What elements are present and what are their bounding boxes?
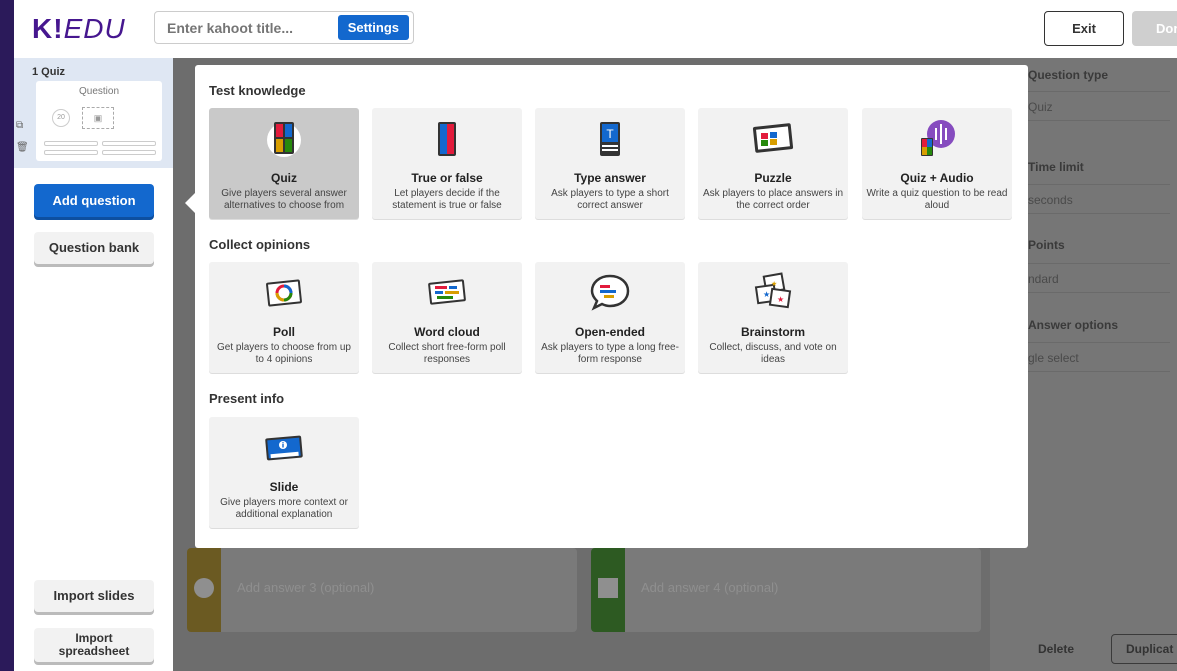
slide-preview-card: Question 20 ▣ — [36, 81, 162, 161]
card-title: Brainstorm — [740, 325, 805, 339]
answer-4-field[interactable]: Add answer 4 (optional) — [591, 548, 981, 632]
answer-bar — [44, 150, 98, 155]
quiz-icon — [267, 122, 301, 157]
answer-bar — [102, 150, 156, 155]
circle-icon — [194, 578, 214, 598]
image-placeholder-icon: ▣ — [82, 107, 114, 129]
card-description: Get players to choose from up to 4 opini… — [217, 342, 351, 365]
word-cloud-type-card[interactable]: Word cloud Collect short free-form poll … — [372, 262, 522, 373]
card-title: Quiz — [271, 171, 297, 185]
duplicate-icon[interactable]: ⧉ — [16, 120, 23, 131]
popover-arrow — [185, 193, 195, 213]
answer-4-color-stripe — [591, 548, 625, 632]
question-type-label: Question type — [1028, 68, 1109, 82]
card-description: Collect, discuss, and vote on ideas — [709, 342, 837, 365]
card-title: Type answer — [574, 171, 646, 185]
poll-type-card[interactable]: Poll Get players to choose from up to 4 … — [209, 262, 359, 373]
slide-number: 1 Quiz — [32, 66, 66, 78]
slide-thumbnail-1[interactable]: 1 Quiz ⧉ 🗑 Question 20 ▣ — [14, 58, 173, 168]
done-button[interactable]: Dor — [1132, 11, 1177, 46]
answer-bar — [102, 141, 156, 146]
logo-edu: EDU — [63, 13, 126, 44]
kahoot-edu-logo[interactable]: K!EDU — [32, 13, 126, 45]
add-question-button[interactable]: Add question — [34, 184, 154, 217]
type-answer-type-card[interactable]: T Type answer Ask players to type a shor… — [535, 108, 685, 219]
exit-button[interactable]: Exit — [1044, 11, 1124, 46]
card-title: Puzzle — [754, 171, 792, 185]
card-title: Open-ended — [574, 325, 645, 339]
open-ended-icon — [590, 274, 630, 311]
svg-text:★: ★ — [771, 280, 777, 288]
quiz-audio-icon — [921, 120, 955, 156]
card-title: Poll — [272, 325, 295, 339]
section-test-knowledge: Test knowledge — [209, 83, 306, 98]
answer-4-placeholder: Add answer 4 (optional) — [641, 580, 779, 595]
answer-3-field[interactable]: Add answer 3 (optional) — [187, 548, 577, 632]
slide-type-card[interactable]: Slide Give players more context or addit… — [209, 417, 359, 528]
card-description: Give players more context or additional … — [220, 497, 348, 520]
import-spreadsheet-button[interactable]: Import spreadsheet — [34, 628, 154, 662]
trash-icon[interactable]: 🗑 — [16, 142, 29, 153]
card-description: Ask players to type a short correct answ… — [551, 188, 669, 211]
slide-icon — [265, 435, 303, 461]
logo-excl: ! — [53, 13, 64, 44]
card-description: Write a quiz question to be read aloud — [866, 188, 1008, 211]
card-description: Let players decide if the statement is t… — [392, 188, 502, 211]
answer-bar — [44, 141, 98, 146]
brainstorm-type-card[interactable]: ★ ★ ★ Brainstorm Collect, discuss, and v… — [698, 262, 848, 373]
settings-button[interactable]: Settings — [337, 15, 409, 40]
true-false-type-card[interactable]: True or false Let players decide if the … — [372, 108, 522, 219]
true-false-icon — [438, 122, 456, 156]
puzzle-type-card[interactable]: Puzzle Ask players to place answers in t… — [698, 108, 848, 219]
card-title: True or false — [411, 171, 483, 185]
delete-button[interactable]: Delete — [1038, 642, 1074, 656]
timer-icon: 20 — [52, 109, 70, 127]
brainstorm-icon: ★ ★ ★ — [754, 272, 792, 309]
svg-text:★: ★ — [763, 290, 770, 299]
slide-preview-title: Question — [78, 86, 120, 97]
import-slides-button[interactable]: Import slides — [34, 580, 154, 612]
answer-options-select[interactable]: gle select — [1020, 342, 1170, 372]
type-answer-icon: T — [600, 122, 620, 156]
top-bar: K!EDU Settings Exit Dor — [14, 0, 1177, 58]
question-bank-button[interactable]: Question bank — [34, 232, 154, 264]
square-icon — [598, 578, 618, 598]
slide-sidebar: 1 Quiz ⧉ 🗑 Question 20 ▣ Add question Qu… — [14, 58, 173, 671]
points-select[interactable]: ndard — [1020, 263, 1170, 293]
section-present-info: Present info — [209, 391, 285, 406]
card-title: Slide — [269, 480, 299, 494]
card-title: Word cloud — [414, 325, 480, 339]
word-cloud-icon — [428, 279, 466, 305]
card-description: Ask players to type a long free-form res… — [541, 342, 679, 365]
card-title: Quiz + Audio — [900, 171, 974, 185]
logo-k: K — [32, 13, 54, 44]
svg-text:★: ★ — [777, 295, 784, 304]
puzzle-icon — [752, 123, 794, 153]
quiz-type-card[interactable]: Quiz Give players several answer alterna… — [209, 108, 359, 219]
poll-icon — [266, 279, 302, 307]
time-limit-label: Time limit — [1028, 160, 1084, 174]
open-ended-type-card[interactable]: Open-ended Ask players to type a long fr… — [535, 262, 685, 373]
answer-options-label: Answer options — [1028, 318, 1119, 332]
question-type-popover: Test knowledge Quiz Give players several… — [195, 65, 1028, 548]
duplicate-button[interactable]: Duplicat — [1111, 634, 1177, 664]
svg-text:T: T — [606, 127, 614, 141]
points-label: Points — [1028, 238, 1065, 252]
quiz-audio-type-card[interactable]: Quiz + Audio Write a quiz question to be… — [862, 108, 1012, 219]
import-spreadsheet-line2: spreadsheet — [58, 644, 130, 658]
answer-3-color-stripe — [187, 548, 221, 632]
card-description: Collect short free-form poll responses — [388, 342, 506, 365]
card-description: Ask players to place answers in the corr… — [702, 188, 844, 211]
time-limit-select[interactable]: seconds — [1020, 184, 1170, 214]
title-field-container: Settings — [154, 11, 414, 44]
card-description: Give players several answer alternatives… — [221, 188, 347, 211]
kahoot-title-input[interactable] — [167, 20, 327, 36]
section-collect-opinions: Collect opinions — [209, 237, 311, 252]
answer-3-placeholder: Add answer 3 (optional) — [237, 580, 375, 595]
question-type-select[interactable]: Quiz — [1020, 91, 1170, 121]
